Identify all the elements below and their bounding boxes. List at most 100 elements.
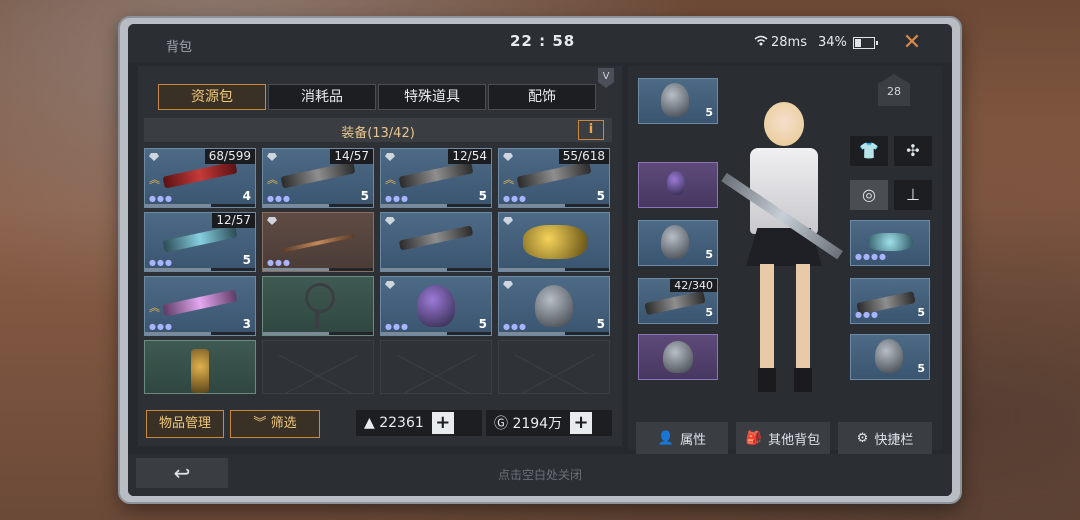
pendant-icon — [667, 171, 685, 195]
turret-icon[interactable]: ⊥ — [894, 180, 932, 210]
mod-dots: ●●● — [855, 310, 879, 319]
quickbar-button[interactable]: ⚙ 快捷栏 — [838, 422, 932, 454]
mod-dots: ●●● — [385, 322, 409, 331]
attributes-label: 属性 — [680, 432, 707, 448]
tab-accessories[interactable]: 配饰 — [488, 84, 596, 110]
armor-slot[interactable]: 5 — [638, 220, 718, 266]
diamond-icon — [267, 217, 277, 225]
inventory-slot[interactable] — [262, 276, 374, 336]
item-level: 5 — [705, 248, 713, 261]
footer-bar: ↩ 点击空白处关闭 — [128, 454, 952, 496]
wifi-icon — [754, 35, 768, 50]
right-leg — [796, 264, 810, 374]
inventory-slot[interactable]: 12/54 ︽ ●●● 5 — [380, 148, 492, 208]
outfit-icon[interactable]: 👕 — [850, 136, 888, 166]
backpack-slot[interactable] — [638, 334, 718, 380]
durability-bar — [381, 268, 491, 271]
rifle-icon — [398, 161, 474, 189]
tab-resource-pack[interactable]: 资源包 — [158, 84, 266, 110]
rank-chevron-icon: ︽ — [149, 301, 160, 314]
house-level-icon[interactable]: 28 — [878, 74, 910, 106]
rifle-icon — [162, 225, 238, 253]
lantern-icon — [191, 349, 209, 393]
mod-dots: ●●● — [267, 258, 291, 267]
left-boot — [758, 368, 776, 392]
item-level: 5 — [478, 317, 487, 331]
inventory-slot[interactable] — [380, 212, 492, 272]
empty-slot[interactable] — [262, 340, 374, 394]
tab-special-items[interactable]: 特殊道具 — [378, 84, 486, 110]
body-armor-slot[interactable]: 5 — [850, 334, 930, 380]
add-gold-button[interactable]: + — [431, 412, 454, 434]
mod-dots: ●●● — [149, 258, 173, 267]
inventory-slot[interactable]: 68/599 ︽ ●●● 4 — [144, 148, 256, 208]
ring-icon[interactable]: ◎ — [850, 180, 888, 210]
inventory-slot[interactable]: ●●● 5 — [380, 276, 492, 336]
inventory-slot[interactable]: ●●● — [262, 212, 374, 272]
durability-bar — [145, 268, 255, 271]
close-button[interactable]: ✕ — [892, 28, 932, 58]
info-button[interactable]: i — [578, 120, 604, 140]
attributes-button[interactable]: 👤 属性 — [636, 422, 728, 454]
durability-bar — [145, 204, 255, 207]
chevron-down-icon: ︾ — [253, 416, 271, 431]
pendant-slot[interactable] — [638, 162, 718, 208]
vip-badge[interactable]: V — [598, 68, 614, 88]
clock: 22 : 58 — [510, 32, 576, 50]
inventory-slot[interactable]: 55/618 ︽ ●●● 5 — [498, 148, 610, 208]
diamond-icon — [503, 217, 513, 225]
status-bar: 背包 22 : 58 28ms 34% ✕ — [128, 24, 952, 62]
helmet-slot[interactable]: 5 — [638, 78, 718, 124]
mod-dots: ●●● — [385, 194, 409, 203]
empty-slot[interactable] — [498, 340, 610, 394]
gold-currency: ▲ 22361 + — [356, 410, 482, 436]
weapon-slot[interactable]: 42/340 5 — [638, 278, 718, 324]
item-management-button[interactable]: 物品管理 — [146, 410, 224, 438]
item-level: 3 — [242, 317, 251, 331]
battery-icon — [852, 36, 878, 49]
item-level: 5 — [478, 189, 487, 203]
durability-bar — [499, 268, 609, 271]
ping-indicator: 28ms — [754, 35, 807, 50]
bracelet-icon — [867, 233, 913, 251]
durability-bar — [145, 332, 255, 335]
secondary-weapon-slot[interactable]: ●●● 5 — [850, 278, 930, 324]
bracelet-slot[interactable]: ●●●● — [850, 220, 930, 266]
ammo-count: 55/618 — [558, 149, 609, 164]
inventory-slot[interactable]: 12/57 ●●● 5 — [144, 212, 256, 272]
inventory-slot[interactable]: 14/57 ︽ ●●● 5 — [262, 148, 374, 208]
right-boot — [794, 368, 812, 392]
item-level: 5 — [705, 106, 713, 119]
inventory-slot[interactable] — [144, 340, 256, 394]
add-coins-button[interactable]: + — [570, 412, 593, 434]
inventory-panel: 资源包 消耗品 特殊道具 配饰 V 装备(13/42) i 68/599 ︽ ●… — [138, 66, 622, 446]
item-level: 5 — [596, 189, 605, 203]
drone-icon[interactable]: ✣ — [894, 136, 932, 166]
quickbar-label: 快捷栏 — [874, 432, 914, 448]
item-level: 5 — [360, 189, 369, 203]
staff-icon — [281, 233, 355, 253]
filter-button[interactable]: ︾ 筛选 — [230, 410, 320, 438]
rank-chevron-icon: ︽ — [385, 173, 396, 186]
durability-bar — [263, 268, 373, 271]
inventory-slot[interactable]: ●●● 5 — [498, 276, 610, 336]
item-level: 4 — [242, 189, 251, 203]
equipment-title: 装备(13/42) — [341, 126, 415, 141]
rank-chevron-icon: ︽ — [149, 173, 160, 186]
rifle-icon — [644, 290, 706, 316]
inventory-slot[interactable] — [498, 212, 610, 272]
rifle-icon — [162, 289, 238, 317]
armor-icon — [535, 285, 573, 327]
window-title: 背包 — [166, 40, 193, 55]
character-model — [721, 98, 844, 408]
mod-dots: ●●● — [503, 322, 527, 331]
inventory-slot[interactable]: ︽ ●●● 3 — [144, 276, 256, 336]
ammo-count: 14/57 — [330, 149, 373, 164]
person-icon: 👤 — [657, 430, 675, 446]
tab-consumables[interactable]: 消耗品 — [268, 84, 376, 110]
empty-slot[interactable] — [380, 340, 492, 394]
diamond-icon — [149, 153, 159, 161]
durability-bar — [499, 332, 609, 335]
diamond-icon — [385, 281, 395, 289]
other-bags-button[interactable]: 🎒 其他背包 — [736, 422, 830, 454]
